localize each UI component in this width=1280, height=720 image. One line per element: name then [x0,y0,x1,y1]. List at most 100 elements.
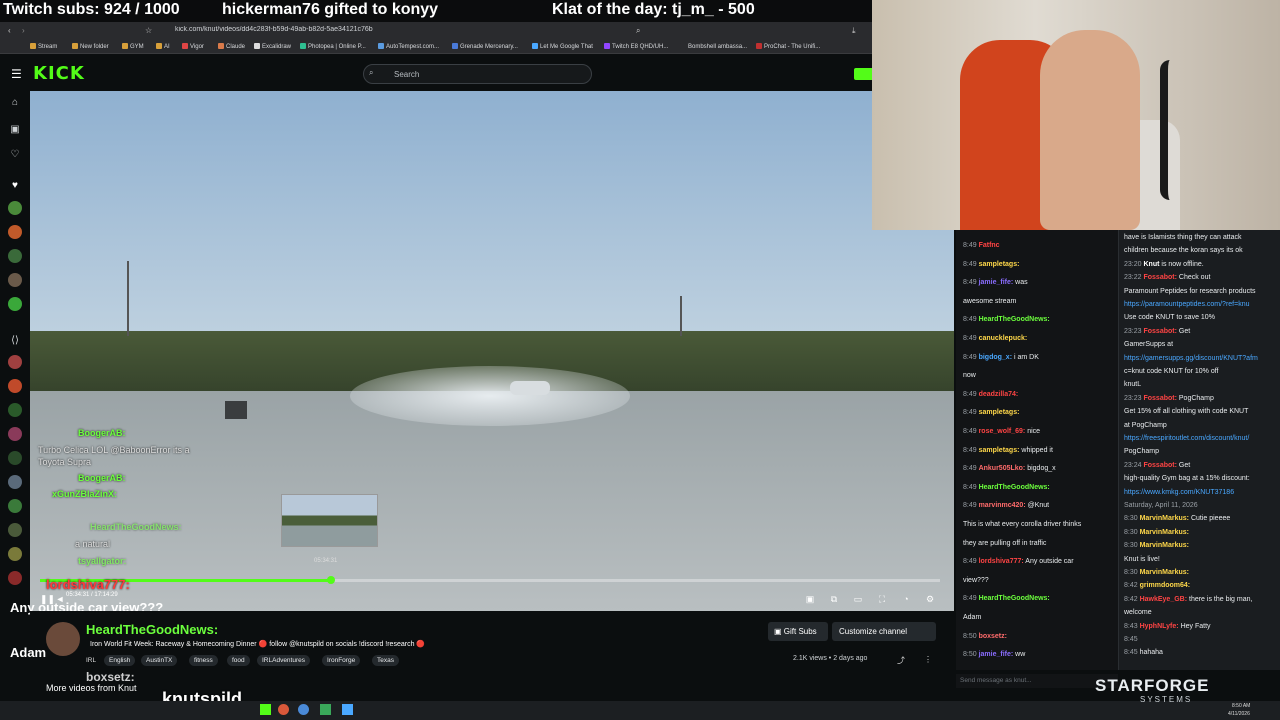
taskbar-app-icon[interactable] [320,704,331,715]
bookmark-item[interactable]: Excalidraw [254,43,291,50]
kick-logo[interactable]: KICK [33,63,85,84]
chat-username[interactable]: MarvinMarkus: [1140,542,1189,549]
chat-username[interactable]: HyphNLyfe: [1140,623,1179,630]
bookmark-item[interactable]: Bombshell ambassa... [680,43,747,50]
address-bar[interactable]: kick.com/knut/videos/dd4c283f-b59d-49ab-… [175,26,765,38]
forward-icon[interactable]: › [22,26,25,35]
avatar[interactable] [8,499,22,513]
channel-avatar[interactable] [46,622,80,656]
chat-username[interactable]: jamie_fife: [979,651,1014,658]
chat-username[interactable]: rose_wolf_69: [979,428,1026,435]
bookmark-item[interactable]: Twitch E8 QHD/UH... [604,43,668,50]
chat-username[interactable]: HawkEye_GB: [1140,596,1187,603]
bookmark-item[interactable]: Photopea | Online P... [300,43,366,50]
avatar[interactable] [8,379,22,393]
chat-username[interactable]: MarvinMarkus: [1140,529,1189,536]
tag[interactable]: Texas [372,655,399,666]
chat-username[interactable]: Fossabot: [1143,462,1176,469]
chat-username[interactable]: Knut [1143,261,1159,268]
more-options-icon[interactable]: ⋮ [924,655,932,664]
bookmark-item[interactable]: New folder [72,43,109,50]
avatar[interactable] [8,297,22,311]
bookmark-item[interactable]: ProChat - The Unifi... [756,43,820,50]
clip-icon[interactable]: ▣ [804,593,816,605]
bookmark-item[interactable]: Vigor [182,43,204,50]
chat-username[interactable]: marvinmc420: [979,502,1026,509]
chat-username[interactable]: Fossabot: [1143,395,1176,402]
search-input[interactable]: Search [363,64,592,84]
chat-username[interactable]: grimmdoom64: [1140,582,1191,589]
theater-icon[interactable]: ▭ [852,593,864,605]
chat-username[interactable]: sampletags: [979,447,1020,454]
speed-icon[interactable]: ◔ [900,593,912,605]
download-icon[interactable]: ⤓ [852,26,856,36]
taskbar-app-icon[interactable] [260,704,271,715]
video-icon[interactable]: ⟨⟩ [9,335,21,347]
chat-input[interactable]: Send message as knut... [956,674,1118,688]
settings-icon[interactable]: ⚙ [924,593,936,605]
heart-icon[interactable]: ♥ [9,180,21,192]
avatar[interactable] [8,475,22,489]
avatar[interactable] [8,427,22,441]
chat-username[interactable]: jamie_fife: [979,279,1014,286]
avatar[interactable] [8,355,22,369]
chat-username[interactable]: MarvinMarkus: [1140,569,1189,576]
avatar[interactable] [8,249,22,263]
chat-username[interactable]: sampletags: [979,409,1020,416]
browse-icon[interactable]: ▣ [9,124,21,136]
pip-icon[interactable]: ⧉ [828,593,840,605]
tag[interactable]: English [104,655,136,666]
taskbar-app-icon[interactable] [298,704,309,715]
chat-username[interactable]: Fossabot: [1143,274,1176,281]
avatar[interactable] [8,451,22,465]
avatar[interactable] [8,571,22,585]
customize-channel-button[interactable]: Customize channel [832,622,936,641]
chat-username[interactable]: MarvinMarkus: [1140,515,1189,522]
chat-username[interactable]: deadzilla74: [979,391,1019,398]
chat-username[interactable]: bigdog_x: [979,354,1012,361]
fullscreen-icon[interactable]: ⛶ [876,593,888,605]
tag[interactable]: IRLAdventures [257,655,310,666]
share-icon[interactable]: ⤴ [897,655,905,666]
chat-username[interactable]: HeardTheGoodNews: [979,316,1050,323]
avatar[interactable] [8,547,22,561]
chat-username[interactable]: Ankur505Lko: [979,465,1026,472]
tag-irl[interactable]: IRL [86,655,101,666]
chat-username[interactable]: boxsetz: [979,633,1007,640]
bookmark-item[interactable]: Let Me Google That [532,43,593,50]
chat-username[interactable]: HeardTheGoodNews: [979,484,1050,491]
bookmark-item[interactable]: Grenade Mercenary... [452,43,518,50]
bookmark-item[interactable]: Claude [218,43,245,50]
chat-username[interactable]: HeardTheGoodNews: [979,595,1050,602]
chat-username[interactable]: sampletags: [979,261,1020,268]
bookmark-item[interactable]: GYM [122,43,144,50]
chat-username[interactable]: Fatfnc [979,242,1000,249]
avatar[interactable] [8,225,22,239]
video-player[interactable]: 05:34:31 ❚❚ ◄ 05:34:31 / 17:14:29 ▣ ⧉ ▭ … [30,91,954,611]
chat-username[interactable]: lordshiva777: [979,558,1024,565]
bookmark-item[interactable]: AI [156,43,170,50]
tag[interactable]: fitness [189,655,218,666]
bookmark-item[interactable]: Stream [30,43,57,50]
chat-username[interactable]: canucklepuck: [979,335,1028,342]
tag[interactable]: AustinTX [141,655,178,666]
home-icon[interactable]: ⌂ [9,97,21,109]
avatar[interactable] [8,273,22,287]
hamburger-menu-icon[interactable]: ☰ [11,67,22,81]
avatar[interactable] [8,403,22,417]
chat-username[interactable]: Fossabot: [1143,328,1176,335]
login-button[interactable] [854,68,872,80]
tag[interactable]: IronForge [322,655,361,666]
back-icon[interactable]: ‹ [8,26,11,35]
avatar[interactable] [8,523,22,537]
bookmark-star-icon[interactable]: ☆ [145,26,152,35]
avatar[interactable] [8,201,22,215]
zoom-icon[interactable]: ⌕ [636,26,640,36]
progress-handle[interactable] [327,576,335,584]
following-icon[interactable]: ♡ [9,149,21,161]
gift-subs-button[interactable]: ▣ Gift Subs [768,622,828,641]
bookmark-item[interactable]: AutoTempest.com... [378,43,439,50]
tag[interactable]: food [227,655,250,666]
taskbar-app-icon[interactable] [278,704,289,715]
taskbar-app-icon[interactable] [342,704,353,715]
